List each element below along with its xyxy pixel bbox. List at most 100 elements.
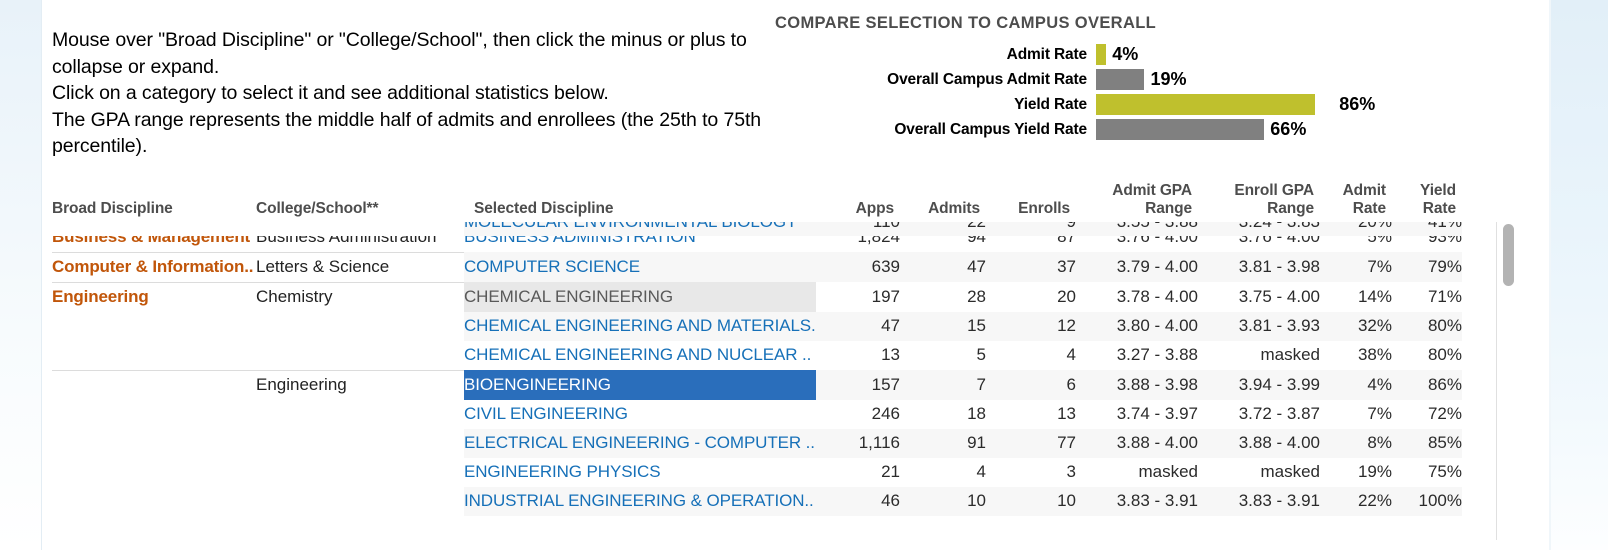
cell-enroll-gpa: 3.72 - 3.87 [1198, 399, 1320, 429]
cell-apps: 197 [816, 282, 900, 312]
cell-admit-gpa: 3.79 - 4.00 [1076, 252, 1198, 282]
admit-gpa-line-1: Admit GPA [1112, 182, 1192, 199]
cell-selected-discipline[interactable]: CHEMICAL ENGINEERING [464, 282, 816, 312]
cell-selected-discipline[interactable]: ENGINEERING PHYSICS [464, 457, 816, 487]
cell-apps: 110 [816, 222, 900, 236]
cell-selected-discipline[interactable]: INDUSTRIAL ENGINEERING & OPERATION.. [464, 486, 816, 516]
cell-broad-discipline[interactable] [52, 399, 256, 429]
cell-broad-discipline[interactable] [52, 222, 256, 236]
cell-admit-gpa: 3.80 - 4.00 [1076, 311, 1198, 341]
discipline-link[interactable]: INDUSTRIAL ENGINEERING & OPERATION.. [464, 491, 814, 510]
cell-selected-discipline[interactable]: CIVIL ENGINEERING [464, 399, 816, 429]
column-header-enrolls[interactable]: Enrolls [986, 182, 1076, 222]
cell-selected-discipline[interactable]: COMPUTER SCIENCE [464, 252, 816, 282]
table-row[interactable]: CIVIL ENGINEERING 246 18 13 3.74 - 3.97 3.72 … [52, 399, 1462, 429]
discipline-link[interactable]: ENGINEERING PHYSICS [464, 462, 661, 481]
table-row[interactable]: Engineering BIOENGINEERING 157 7 6 3.88 - 3.9… [52, 369, 1462, 400]
cell-college-school[interactable] [256, 340, 464, 370]
cell-apps: 47 [816, 311, 900, 341]
cell-selected-discipline[interactable]: CHEMICAL ENGINEERING AND MATERIALS.. [464, 311, 816, 341]
cell-enroll-gpa: masked [1198, 457, 1320, 487]
cell-college-school[interactable]: Chemistry [256, 281, 464, 312]
column-header-selected-discipline[interactable]: Selected Discipline [464, 182, 816, 222]
column-header-yield-rate[interactable]: Yield Rate [1392, 182, 1462, 222]
vertical-scrollbar-thumb[interactable] [1503, 224, 1514, 286]
cell-college-school[interactable] [256, 222, 464, 236]
discipline-link[interactable]: COMPUTER SCIENCE [464, 257, 640, 276]
admit-rate-line-2: Rate [1352, 200, 1386, 217]
cell-enroll-gpa: 3.75 - 4.00 [1198, 282, 1320, 312]
cell-broad-discipline[interactable]: Computer & Information.. [52, 251, 256, 282]
vertical-scrollbar[interactable] [1500, 222, 1516, 540]
discipline-link[interactable]: CIVIL ENGINEERING [464, 404, 628, 423]
table-row[interactable]: ENGINEERING PHYSICS 21 4 3 masked masked 19% 75… [52, 457, 1462, 487]
cell-admit-gpa: 3.27 - 3.88 [1076, 340, 1198, 370]
cell-admit-gpa: 3.88 - 3.98 [1076, 370, 1198, 400]
table-row[interactable]: Computer & Information.. Letters & Scienc… [52, 251, 1462, 282]
cell-admits: 10 [900, 486, 986, 516]
discipline-link[interactable]: CHEMICAL ENGINEERING AND MATERIALS.. [464, 316, 816, 335]
compare-bar-value: 86% [1339, 94, 1376, 114]
cell-selected-discipline[interactable]: BIOENGINEERING [464, 370, 816, 400]
enroll-gpa-line-1: Enroll GPA [1234, 182, 1314, 199]
cell-broad-discipline[interactable] [52, 486, 256, 516]
cell-college-school[interactable] [256, 311, 464, 341]
compare-bar-label: Admit Rate [1006, 45, 1087, 63]
cell-admits: 7 [900, 370, 986, 400]
cell-broad-discipline[interactable] [52, 340, 256, 370]
compare-panel: COMPARE SELECTION TO CAMPUS OVERALL Admi… [775, 14, 1415, 144]
cell-apps: 13 [816, 340, 900, 370]
compare-bar-value: 66% [1270, 119, 1307, 139]
table-right-border [1496, 222, 1497, 540]
compare-bar-label: Yield Rate [1014, 95, 1087, 113]
column-header-broad-discipline[interactable]: Broad Discipline [52, 182, 256, 222]
compare-bar-track: 4% [1096, 44, 1415, 65]
table-row[interactable]: CHEMICAL ENGINEERING AND MATERIALS.. 47 15… [52, 311, 1462, 341]
column-header-admit-gpa-range[interactable]: Admit GPA Range [1076, 182, 1198, 222]
cell-college-school[interactable]: Letters & Science [256, 251, 464, 282]
compare-panel-title: COMPARE SELECTION TO CAMPUS OVERALL [775, 14, 1157, 32]
cell-college-school[interactable] [256, 428, 464, 458]
column-header-college-school[interactable]: College/School** [256, 182, 464, 222]
column-header-admits[interactable]: Admits [900, 182, 986, 222]
clipped-top-row: MOLECULAR ENVIRONMENTAL BIOLOGY 110 22 9… [52, 222, 1462, 236]
admit-gpa-line-2: Range [1145, 200, 1192, 217]
table-row[interactable]: Engineering Chemistry CHEMICAL ENGINEERING… [52, 281, 1462, 312]
compare-bar-fill [1096, 94, 1316, 115]
table-row[interactable]: MOLECULAR ENVIRONMENTAL BIOLOGY 110 22 9… [52, 222, 1462, 236]
discipline-link[interactable]: MOLECULAR ENVIRONMENTAL BIOLOGY [464, 222, 797, 231]
cell-admit-rate: 22% [1320, 486, 1392, 516]
cell-enroll-gpa: 3.83 - 3.91 [1198, 486, 1320, 516]
cell-broad-discipline[interactable] [52, 428, 256, 458]
column-header-enroll-gpa-range[interactable]: Enroll GPA Range [1198, 182, 1320, 222]
discipline-link[interactable]: CHEMICAL ENGINEERING [464, 287, 673, 306]
compare-bar-row: Overall Campus Admit Rate 19% [775, 69, 1415, 90]
cell-selected-discipline[interactable]: MOLECULAR ENVIRONMENTAL BIOLOGY [464, 222, 816, 236]
column-header-apps[interactable]: Apps [816, 182, 900, 222]
discipline-link[interactable]: CHEMICAL ENGINEERING AND NUCLEAR .. [464, 345, 811, 364]
cell-selected-discipline[interactable]: CHEMICAL ENGINEERING AND NUCLEAR .. [464, 340, 816, 370]
compare-bar-fill [1096, 44, 1107, 65]
cell-selected-discipline[interactable]: ELECTRICAL ENGINEERING - COMPUTER .. [464, 428, 816, 458]
cell-college-school[interactable] [256, 457, 464, 487]
cell-admit-gpa: 3.78 - 4.00 [1076, 282, 1198, 312]
column-header-admit-rate[interactable]: Admit Rate [1320, 182, 1392, 222]
discipline-link[interactable]: BIOENGINEERING [464, 375, 611, 394]
cell-yield-rate: 41% [1392, 222, 1462, 236]
cell-broad-discipline[interactable] [52, 369, 256, 400]
table-row[interactable]: ELECTRICAL ENGINEERING - COMPUTER .. 1,11… [52, 428, 1462, 458]
cell-college-school[interactable] [256, 399, 464, 429]
compare-bar-label: Overall Campus Admit Rate [887, 70, 1087, 88]
cell-admit-rate: 7% [1320, 399, 1392, 429]
cell-college-school[interactable] [256, 486, 464, 516]
cell-broad-discipline[interactable] [52, 457, 256, 487]
discipline-link[interactable]: ELECTRICAL ENGINEERING - COMPUTER .. [464, 433, 815, 452]
cell-broad-discipline[interactable]: Engineering [52, 281, 256, 312]
cell-broad-discipline[interactable] [52, 311, 256, 341]
compare-bar-track: 66% [1096, 119, 1415, 140]
table-row[interactable]: CHEMICAL ENGINEERING AND NUCLEAR .. 13 5 4 3… [52, 340, 1462, 370]
cell-enroll-gpa: 3.24 - 3.83 [1198, 222, 1320, 236]
cell-college-school[interactable]: Engineering [256, 369, 464, 400]
table-row[interactable]: INDUSTRIAL ENGINEERING & OPERATION.. 46 10… [52, 486, 1462, 516]
cell-enrolls: 13 [986, 399, 1076, 429]
